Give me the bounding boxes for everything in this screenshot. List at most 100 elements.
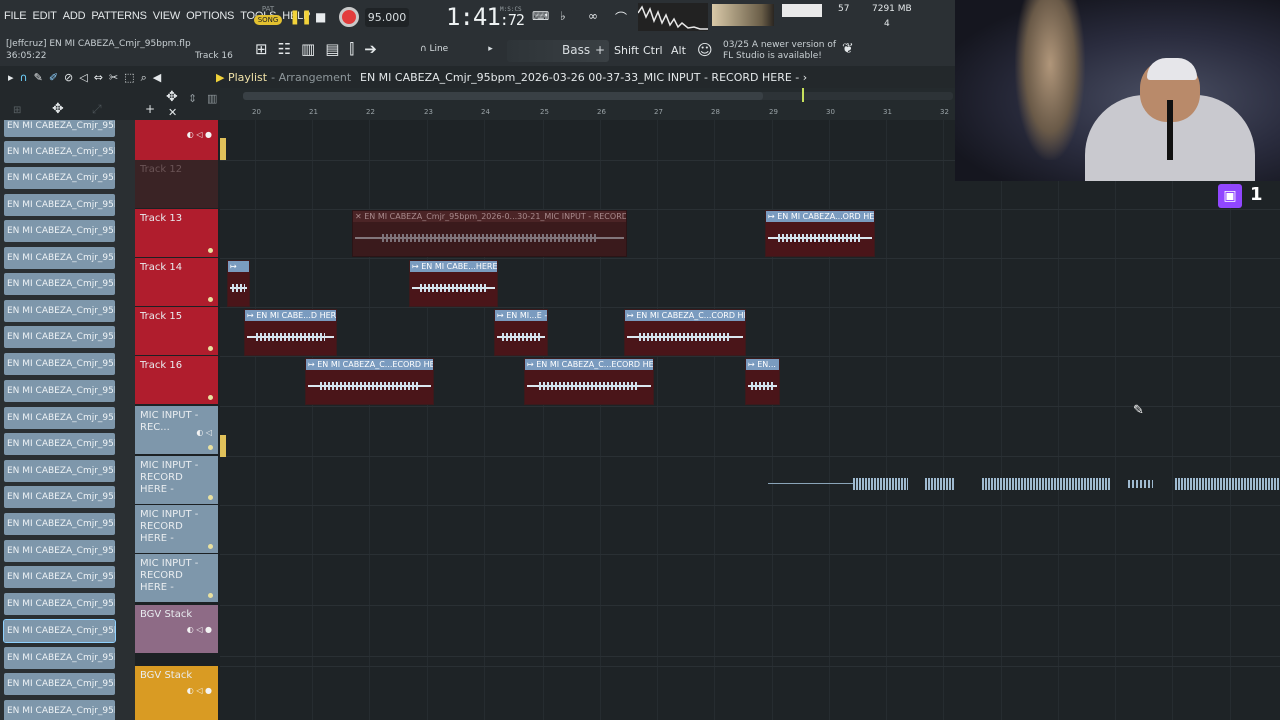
track-led[interactable] [208, 395, 213, 400]
audio-clip[interactable]: ↦ EN... [745, 358, 780, 405]
browser-item[interactable]: EN MI CABEZA_Cmjr_95bpm [4, 300, 115, 322]
snap-select[interactable]: ∩ Line ▸ [420, 44, 502, 58]
playback-icon[interactable]: ◀ [153, 71, 161, 85]
paint-icon[interactable]: ✐ [49, 71, 58, 85]
alt-modifier[interactable]: Alt [671, 44, 686, 57]
audio-clip[interactable]: ↦ EN MI...E - [494, 309, 548, 356]
record-button[interactable] [339, 7, 359, 27]
browser-move-icon[interactable]: ✥ [52, 101, 64, 117]
browser-grid-icon[interactable]: ⊞ [13, 105, 21, 116]
menu-options[interactable]: OPTIONS [186, 10, 234, 22]
track-header-bgv-stack-2[interactable]: BGV Stack ◐ ◁ ● [135, 666, 218, 720]
loop-record-icon[interactable]: ∞ [588, 9, 598, 23]
audio-clip[interactable]: ↦ EN MI CABE...HERE - [409, 260, 498, 307]
news-icon[interactable]: ☺ [697, 41, 713, 59]
track-led[interactable] [208, 346, 213, 351]
browser-item[interactable]: EN MI CABEZA_Cmjr_95bpm [4, 326, 115, 348]
track-header-12[interactable]: Track 12 [135, 160, 218, 208]
snap-icon[interactable]: ⊞ [255, 40, 268, 58]
menu-view[interactable]: VIEW [153, 10, 181, 22]
piano-roll-icon[interactable]: ▥ [301, 40, 315, 58]
browser-item[interactable]: EN MI CABEZA_Cmjr_95bpm [4, 433, 115, 455]
track-led[interactable] [208, 495, 213, 500]
track-controls-icon[interactable]: ◐ ◁ [196, 428, 212, 437]
stop-icon[interactable]: ■ [315, 10, 326, 24]
track-header-13[interactable]: Track 13 [135, 209, 218, 257]
time-display[interactable]: 1:41:72 M:S:CS [446, 3, 525, 31]
mute-icon[interactable]: ◁ [79, 71, 87, 85]
track-controls-icon[interactable]: ◐ ◁ ● [187, 130, 212, 139]
fl-logo-icon[interactable]: ❦ [842, 41, 854, 57]
browser-item[interactable]: EN MI CABEZA_Cmjr_95bpm [4, 460, 115, 482]
track-header-mic-input-2[interactable]: MIC INPUT - RECORD HERE - [135, 456, 218, 504]
browser-item[interactable]: EN MI CABEZA_Cmjr_95bpm [4, 593, 115, 615]
browser-link-icon[interactable]: ⤢ [92, 102, 102, 117]
track-header-16[interactable]: Track 16 [135, 356, 218, 404]
add-pattern-button[interactable]: + [595, 43, 605, 57]
track-led[interactable] [208, 544, 213, 549]
track-led[interactable] [208, 297, 213, 302]
news-panel[interactable]: 03/25 A newer version of FL Studio is ava… [723, 40, 836, 62]
browser-item[interactable]: EN MI CABEZA_Cmjr_95bpm [4, 540, 115, 562]
magnet-tool-icon[interactable]: ∩ [20, 71, 28, 85]
audio-clip[interactable]: ↦ EN MI CABEZA_C...ECORD HERE - [524, 358, 654, 405]
browser-item[interactable]: EN MI CABEZA_Cmjr_95bpm [4, 194, 115, 216]
track-controls-icon[interactable]: ◐ ◁ ● [187, 625, 212, 634]
track-header-mic-input-4[interactable]: MIC INPUT - RECORD HERE - [135, 554, 218, 602]
tempo-display[interactable]: 95.000 [365, 8, 409, 27]
browser-item[interactable]: EN MI CABEZA_Cmjr_95bpm [4, 647, 115, 669]
track-header-top[interactable]: ◐ ◁ ● [135, 120, 218, 160]
browser-item[interactable]: EN MI CABEZA_Cmjr_95bpm [4, 673, 115, 695]
browser-item[interactable]: EN MI CABEZA_Cmjr_95bpm [4, 141, 115, 163]
browser-item[interactable]: EN MI CABEZA_Cmjr_95bpm [4, 513, 115, 535]
audio-clip[interactable]: ↦ EN MI CABEZA_C...CORD HERE - [624, 309, 746, 356]
step-edit-icon[interactable]: ♭ [560, 9, 566, 23]
browser-item[interactable]: EN MI CABEZA_Cmjr_95bpm [4, 273, 115, 295]
browser-item[interactable]: EN MI CABEZA_Cmjr_95bpm [4, 167, 115, 189]
track-led[interactable] [208, 593, 213, 598]
audio-clip[interactable]: ↦ [227, 260, 250, 307]
horizontal-scrollbar[interactable] [243, 92, 953, 100]
menu-patterns[interactable]: PATTERNS [91, 10, 147, 22]
metronome-icon[interactable]: ⌒ [615, 9, 627, 26]
pause-icon[interactable]: ❚❚ [289, 9, 312, 25]
track-led[interactable] [208, 445, 213, 450]
select-icon[interactable]: ⬚ [124, 71, 134, 85]
track-height-icon[interactable]: ⇕ [188, 92, 197, 105]
playhead-marker[interactable] [802, 88, 804, 102]
channel-rack-icon[interactable]: ▤ [325, 40, 339, 58]
browser-item[interactable]: EN MI CABEZA_Cmjr_95bpm [4, 247, 115, 269]
browser-item[interactable]: EN MI CABEZA_Cmjr_95bpm [4, 380, 115, 402]
ctrl-modifier[interactable]: Ctrl [643, 44, 663, 57]
browser-item[interactable]: EN MI CABEZA_Cmjr_95bpm [4, 566, 115, 588]
browser-item[interactable]: EN MI CABEZA_Cmjr_95bpm [4, 220, 115, 242]
slice-icon[interactable]: ✂ [109, 71, 118, 85]
scrollbar-thumb[interactable] [243, 92, 763, 100]
audio-clip[interactable]: ↦ EN MI CABEZA...ORD HERE - [765, 210, 875, 257]
audio-clip[interactable]: ↦ EN MI CABEZA_C...ECORD HERE - [305, 358, 434, 405]
track-header-14[interactable]: Track 14 [135, 258, 218, 306]
menu-arrow-icon[interactable]: ▸ [8, 71, 14, 85]
shift-modifier[interactable]: Shift [614, 44, 639, 57]
mixer-icon[interactable]: ⫿ [349, 40, 354, 58]
playlist-grid[interactable]: ✕ EN MI CABEZA_Cmjr_95bpm_2026-0...30-21… [220, 120, 1280, 720]
browser-item[interactable]: EN MI CABEZA_Cmjr_95bpm [4, 120, 115, 137]
track-header-mic-input[interactable]: MIC INPUT - REC... ◐ ◁ [135, 406, 218, 454]
playlist-icon[interactable]: ☷ [278, 40, 291, 58]
track-close-icon[interactable]: ✕ [168, 106, 177, 119]
track-move-icon[interactable]: ✥ [166, 89, 178, 105]
pattern-selector[interactable] [507, 40, 609, 62]
browser-item[interactable]: EN MI CABEZA_Cmjr_95bpm [4, 407, 115, 429]
menu-add[interactable]: ADD [63, 10, 86, 22]
typing-keyboard-icon[interactable]: ⌨ [532, 9, 549, 23]
browser-item[interactable]: EN MI CABEZA_Cmjr_95bpm [4, 353, 115, 375]
audio-clip[interactable]: ↦ EN MI CABE...D HERE - [244, 309, 337, 356]
track-controls-icon[interactable]: ◐ ◁ ● [187, 686, 212, 695]
menu-edit[interactable]: EDIT [32, 10, 56, 22]
browser-item[interactable]: EN MI CABEZA_Cmjr_95bpm [4, 700, 115, 720]
track-header-mic-input-3[interactable]: MIC INPUT - RECORD HERE - [135, 505, 218, 553]
track-header-15[interactable]: Track 15 [135, 307, 218, 355]
menu-file[interactable]: FILE [4, 10, 27, 22]
pat-song-toggle[interactable]: PAT SONG [254, 5, 282, 31]
audio-clip-muted[interactable]: ✕ EN MI CABEZA_Cmjr_95bpm_2026-0...30-21… [352, 210, 627, 257]
